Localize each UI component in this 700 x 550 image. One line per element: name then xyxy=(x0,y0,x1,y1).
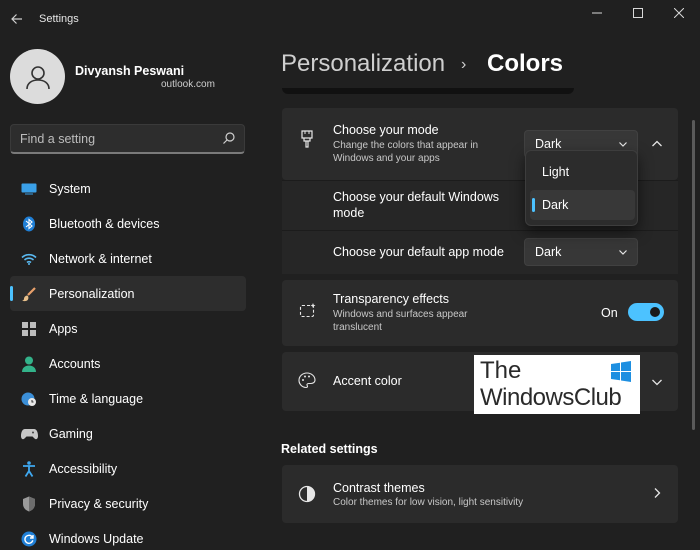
back-arrow-icon xyxy=(11,14,22,24)
sidebar-item-gaming[interactable]: Gaming xyxy=(10,416,246,451)
person-icon xyxy=(25,65,50,89)
gamepad-icon xyxy=(20,425,38,443)
mode-option-light[interactable]: Light xyxy=(530,157,635,187)
chevron-down-icon[interactable] xyxy=(651,376,663,388)
scrollbar[interactable] xyxy=(692,120,695,430)
apps-icon xyxy=(20,320,38,338)
sidebar-item-label: Accessibility xyxy=(49,461,118,476)
search-icon[interactable] xyxy=(222,131,236,145)
option-label: Dark xyxy=(542,198,569,212)
app-mode-value: Dark xyxy=(535,245,562,259)
watermark-line-1: The xyxy=(480,357,522,384)
minimize-button[interactable] xyxy=(580,4,614,22)
transparency-icon xyxy=(299,303,316,318)
watermark: The WindowsClub xyxy=(474,355,640,414)
sidebar-item-label: System xyxy=(49,181,91,196)
mode-title: Choose your mode xyxy=(333,123,439,137)
sidebar-item-system[interactable]: System xyxy=(10,171,246,206)
chevron-down-icon xyxy=(619,250,627,255)
shield-icon xyxy=(20,495,38,513)
chevron-right-icon xyxy=(654,488,661,498)
transparency-description: Windows and surfaces appear translucent xyxy=(333,309,468,333)
maximize-button[interactable] xyxy=(621,4,655,22)
page-title: Colors xyxy=(487,50,564,77)
system-icon xyxy=(20,180,38,198)
mode-option-dark[interactable]: Dark xyxy=(530,190,635,220)
selection-indicator xyxy=(10,286,13,301)
sidebar-item-privacy-security[interactable]: Privacy & security xyxy=(10,486,246,521)
app-mode-label: Choose your default app mode xyxy=(333,245,504,259)
sidebar-item-apps[interactable]: Apps xyxy=(10,311,246,346)
update-icon xyxy=(20,530,38,548)
toggle-state-label: On xyxy=(601,306,618,320)
sidebar-item-label: Bluetooth & devices xyxy=(49,216,160,231)
app-title: Settings xyxy=(39,13,79,25)
wifi-icon xyxy=(20,250,38,268)
selection-indicator xyxy=(532,198,535,212)
search-box[interactable] xyxy=(10,124,245,154)
mode-dropdown-menu: Light Dark xyxy=(525,150,638,226)
transparency-card: Transparency effects Windows and surface… xyxy=(282,280,678,346)
contrast-title: Contrast themes xyxy=(333,481,425,495)
app-mode-row: Choose your default app mode Dark xyxy=(282,230,678,274)
sidebar-item-accounts[interactable]: Accounts xyxy=(10,346,246,381)
sidebar-item-label: Time & language xyxy=(49,391,144,406)
back-button[interactable] xyxy=(6,8,28,30)
mode-description: Change the colors that appear in Windows… xyxy=(333,140,479,164)
sidebar-item-windows-update[interactable]: Windows Update xyxy=(10,521,246,550)
chevron-down-icon xyxy=(619,142,627,147)
contrast-icon xyxy=(298,485,316,503)
sidebar-item-label: Privacy & security xyxy=(49,496,149,511)
contrast-themes-card[interactable]: Contrast themes Color themes for low vis… xyxy=(282,465,678,523)
brush-outline-icon xyxy=(301,130,313,148)
windows-logo-icon xyxy=(611,361,631,382)
sidebar-item-label: Windows Update xyxy=(49,531,144,546)
palette-icon xyxy=(298,372,316,389)
maximize-icon xyxy=(633,8,643,18)
sidebar-item-label: Network & internet xyxy=(49,251,152,266)
breadcrumb-parent[interactable]: Personalization xyxy=(281,50,445,78)
close-icon xyxy=(674,8,684,18)
search-input[interactable] xyxy=(20,131,210,147)
transparency-toggle[interactable] xyxy=(628,303,664,321)
close-button[interactable] xyxy=(662,4,696,22)
watermark-line-2: WindowsClub xyxy=(480,384,622,411)
sidebar-item-time-language[interactable]: Time & language xyxy=(10,381,246,416)
user-email: outlook.com xyxy=(161,79,215,90)
sidebar-item-network[interactable]: Network & internet xyxy=(10,241,246,276)
option-label: Light xyxy=(542,165,570,179)
app-mode-dropdown[interactable]: Dark xyxy=(524,238,638,266)
sidebar-item-label: Apps xyxy=(49,321,78,336)
contrast-description: Color themes for low vision, light sensi… xyxy=(333,497,524,508)
sidebar-item-label: Personalization xyxy=(49,286,135,301)
preview-strip xyxy=(282,88,574,94)
sidebar-item-personalization[interactable]: Personalization xyxy=(10,276,246,311)
minimize-icon xyxy=(592,12,602,14)
toggle-knob xyxy=(650,307,660,317)
bluetooth-icon xyxy=(20,215,38,233)
sidebar-item-accessibility[interactable]: Accessibility xyxy=(10,451,246,486)
user-name: Divyansh Peswani xyxy=(75,64,185,78)
sidebar-item-label: Accounts xyxy=(49,356,101,371)
accessibility-icon xyxy=(20,460,38,478)
transparency-title: Transparency effects xyxy=(333,292,450,306)
avatar[interactable] xyxy=(10,49,65,104)
brush-icon xyxy=(20,285,38,303)
sidebar-item-label: Gaming xyxy=(49,426,93,441)
mode-dropdown-value: Dark xyxy=(535,137,562,151)
accent-color-title: Accent color xyxy=(333,374,402,388)
accounts-icon xyxy=(20,355,38,373)
sidebar-nav: System Bluetooth & devices Network & int… xyxy=(10,171,246,550)
windows-mode-label: Choose your default Windows mode xyxy=(333,190,500,220)
breadcrumb-separator: › xyxy=(461,56,467,73)
globe-clock-icon xyxy=(20,390,38,408)
chevron-up-icon[interactable] xyxy=(651,138,663,150)
sidebar-item-bluetooth[interactable]: Bluetooth & devices xyxy=(10,206,246,241)
related-settings-heading: Related settings xyxy=(281,442,378,456)
